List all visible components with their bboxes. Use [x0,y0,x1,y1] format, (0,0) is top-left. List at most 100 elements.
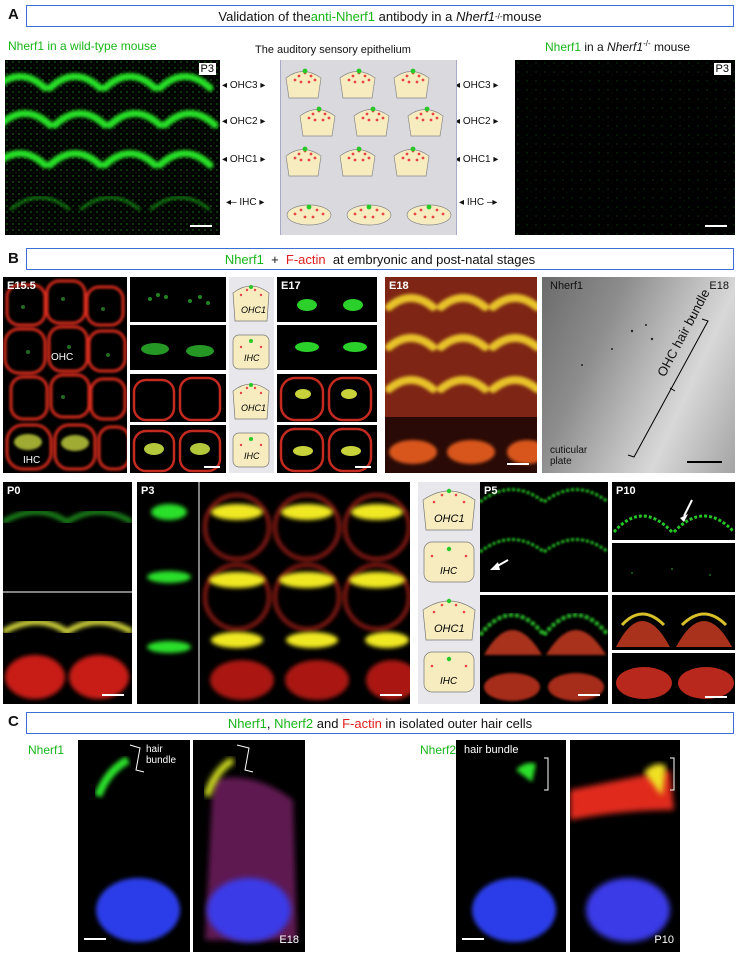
em-bracket-svg [581,315,722,463]
c-nherf1-green-svg [94,744,180,942]
p5-green-panel: P5 [480,482,608,592]
banner-a-antibody: anti-Nherf1 [310,8,375,24]
section-c-banner: Nherf1, Nherf2 and F-actin in isolated o… [26,712,734,734]
e155-green-ohc-svg [148,293,210,305]
c-hair-bundle-label-2: hair bundle [464,744,519,756]
e17-green-ohc: E17 [277,277,377,322]
e155-label: E15.5 [7,280,36,292]
section-a-banner: Validation of the anti-Nherf1 antibody i… [26,5,734,27]
row-label-ohc1-right: ◂ OHC1 ▸ [455,154,499,165]
schematic-title: The auditory sensory epithelium [255,44,411,56]
p0-svg [3,509,132,699]
c-nherf1-green-panel: hair bundle [78,740,190,952]
row-label-ohc3-right: ◂ OHC3 ▸ [455,80,499,91]
c-nherf1-merge-panel: E18 [193,740,305,952]
wt-arcs-svg [5,60,220,235]
e17-label: E17 [281,280,301,292]
c-nherf1-merge-svg [203,744,297,942]
p5-schematic-column: OHC1 IHC OHC1 IHC [418,482,480,704]
e155-schematic-column: OHC1 IHC OHC1 IHC [229,277,274,473]
ko-stage-label: P3 [713,63,731,75]
c-nherf2-merge-svg [570,757,675,942]
em-micrograph: Nherf1 E18 cuticular plate OHC hair bund… [542,277,735,473]
wt-stage-label: P3 [198,63,216,75]
banner-a-text1: Validation of the [218,8,311,24]
ohc-label: OHC [51,352,74,363]
e17-merge-ihc [277,425,377,473]
banner-a-gene: Nherf1 [455,8,495,24]
c-nherf2-scale-bar [462,938,484,940]
c-stage-e18: E18 [279,934,299,946]
e155-green-ohc [130,277,226,322]
e18-label: E18 [389,280,409,292]
row-label-ohc1-left: ◂ OHC1 ▸ [222,154,266,165]
p0-label: P0 [7,485,21,497]
schem-ihc-b: IHC [244,451,260,461]
e17-scale-bar [355,466,371,468]
schem-ihc-a: IHC [244,353,260,363]
p5-merge-svg [480,613,608,701]
wt-micrograph: P3 [5,60,220,235]
e155-green-ihc [130,325,226,370]
e17-merge-ohc-svg [279,376,373,422]
row-label-ihc-right: ◂ IHC –▸ [459,197,498,208]
row-label-ihc-left: ◂– IHC ▸ [226,197,265,208]
ko-micrograph: P3 [515,60,735,235]
p3-scale-bar [380,694,402,696]
e17-merge-ohc [277,374,377,422]
c-nherf1-scale-bar [84,938,106,940]
ko-caption: Nherf1 in a Nherf1-/- mouse [545,39,690,54]
e155-merge-panel: E15.5 OHC IHC [3,277,127,473]
p3-svg [147,482,410,704]
section-b-letter: B [8,250,19,267]
p10-merge-ihc [612,653,735,704]
c-label-nherf1: Nherf1 [28,743,65,757]
section-a-letter: A [8,6,19,23]
c-nherf2-green-svg [472,757,556,942]
p3-label: P3 [141,485,155,497]
p0-scale-bar [102,694,124,696]
p10-scale-bar [705,696,727,698]
schem-ohc1-b: OHC1 [241,403,266,413]
e17-green-ihc [277,325,377,370]
section-b-banner: Nherf1 + F-actin at embryonic and post-n… [26,248,734,270]
e155-green-ihc-svg [141,343,214,357]
p10-label: P10 [616,485,636,497]
p5-merge-panel [480,595,608,704]
wt-scale-bar [190,225,212,227]
section-c-letter: C [8,713,19,730]
banner-a-text2: antibody in a [375,8,456,24]
c-label-nherf2: Nherf2 [420,743,457,757]
p10-green-ihc [612,543,735,592]
p5-label: P5 [484,485,498,497]
c-hair-bundle-label: hair bundle [146,744,177,766]
e155-merge-ohc-svg [132,376,222,422]
p5-schem-ihc-b: IHC [440,676,458,687]
row-label-ohc2-left: ◂ OHC2 ▸ [222,116,266,127]
banner-a-text3: mouse [502,8,542,24]
p5-schem-svg: OHC1 IHC OHC1 IHC [422,488,476,693]
p10-merge-ohc [612,595,735,650]
p0-panel: P0 [3,482,132,704]
row-label-ohc2-right: ◂ OHC2 ▸ [455,116,499,127]
e18-merge-panel: E18 [385,277,537,473]
ihc-label-e155: IHC [23,455,41,466]
p5-scale-bar [578,694,600,696]
p10-green-ihc-svg [631,568,711,576]
ko-scale-bar [705,225,727,227]
e18-scale-bar [507,463,529,465]
c-nherf2-green-panel: hair bundle [456,740,566,952]
e155-schem-svg: OHC1 IHC OHC1 IHC [232,285,270,468]
e155-merge-ihc [130,425,226,473]
epithelium-schematic [280,60,457,235]
banner-a-sup: -/- [494,11,503,21]
e155-merge-ohc [130,374,226,422]
p10-merge-ohc-svg [616,612,732,647]
row-label-ohc3-left: ◂ OHC3 ▸ [222,80,266,91]
p5-schem-ohc1-a: OHC1 [434,513,465,525]
ko-noise-svg [515,60,735,235]
e155-cells-svg [3,279,127,471]
schem-ohc1-a: OHC1 [241,305,266,315]
p3-panel: P3 [137,482,410,704]
c-nherf2-merge-panel: P10 [570,740,680,952]
